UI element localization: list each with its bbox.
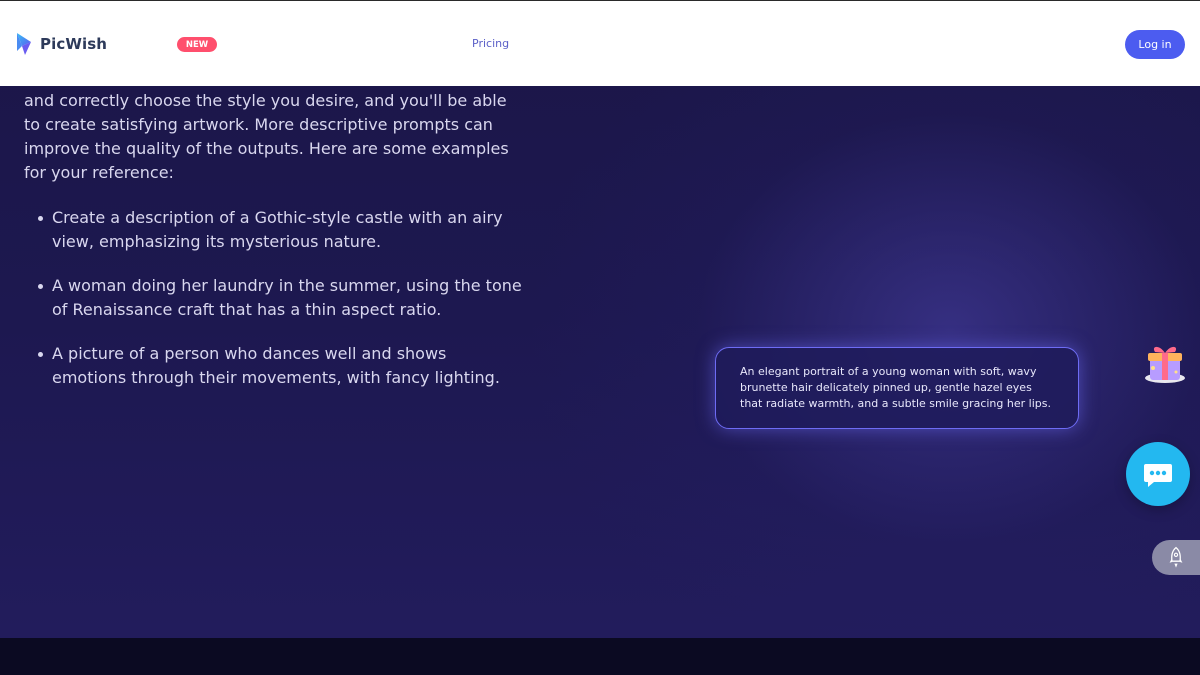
example-item: A picture of a person who dances well an… [24, 342, 524, 390]
intro-paragraph: and correctly choose the style you desir… [24, 91, 509, 182]
chat-bubble-icon [1144, 464, 1172, 487]
gift-box-icon[interactable] [1141, 338, 1189, 386]
back-to-top-button[interactable] [1152, 540, 1200, 575]
example-item: A woman doing her laundry in the summer,… [24, 274, 524, 322]
new-badge: NEW [177, 37, 217, 52]
login-button[interactable]: Log in [1125, 30, 1185, 59]
picwish-logo[interactable]: PicWish [14, 31, 107, 57]
top-header: PicWish NEW Pricing Log in [0, 0, 1200, 86]
footer-strip [0, 638, 1200, 675]
example-item: Create a description of a Gothic-style c… [24, 206, 524, 254]
brand-name: PicWish [40, 35, 108, 53]
prompt-text: An elegant portrait of a young woman wit… [740, 365, 1051, 410]
prompt-card: An elegant portrait of a young woman wit… [715, 347, 1079, 429]
examples-list: Create a description of a Gothic-style c… [24, 206, 524, 410]
picwish-logo-icon [17, 33, 31, 55]
nav-pricing-link[interactable]: Pricing [472, 37, 509, 50]
rocket-icon [1169, 546, 1183, 568]
chat-button[interactable] [1126, 442, 1190, 506]
